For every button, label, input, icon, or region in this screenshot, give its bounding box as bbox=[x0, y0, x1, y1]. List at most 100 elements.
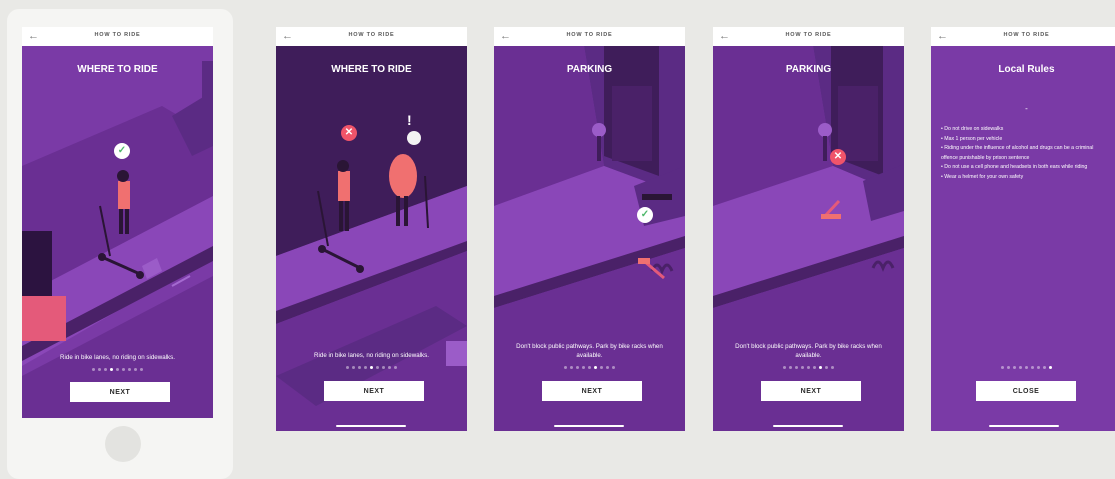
illustration-bad-parking bbox=[713, 46, 904, 431]
cross-badge: ✕ bbox=[830, 149, 846, 165]
page-dot bbox=[104, 368, 107, 371]
screen-heading: WHERE TO RIDE bbox=[77, 64, 158, 75]
top-bar-title: HOW TO RIDE bbox=[348, 32, 395, 38]
cross-icon: ✕ bbox=[833, 151, 843, 162]
page-dot bbox=[1013, 366, 1016, 369]
page-dot bbox=[346, 366, 349, 369]
page-dot bbox=[813, 366, 816, 369]
page-dot bbox=[564, 366, 567, 369]
page-dot bbox=[110, 368, 113, 371]
home-indicator bbox=[554, 425, 624, 427]
home-indicator bbox=[336, 425, 406, 427]
page-dot bbox=[831, 366, 834, 369]
screen-where-to-ride-1: ✓ ← HOW TO RIDE WHERE TO RIDE Ride in bi… bbox=[22, 27, 213, 418]
rules-list: • Do not drive on sidewalks • Max 1 pers… bbox=[941, 125, 1109, 182]
page-dot bbox=[1037, 366, 1040, 369]
page-dot bbox=[795, 366, 798, 369]
page-indicator bbox=[494, 366, 685, 370]
page-dot bbox=[98, 368, 101, 371]
page-dot bbox=[570, 366, 573, 369]
screen-heading: Local Rules bbox=[998, 64, 1055, 75]
check-icon: ✓ bbox=[117, 145, 127, 156]
page-dot bbox=[394, 366, 397, 369]
page-dot bbox=[594, 366, 597, 369]
top-bar-title: HOW TO RIDE bbox=[785, 32, 832, 38]
home-indicator bbox=[773, 425, 843, 427]
page-dot bbox=[588, 366, 591, 369]
page-indicator bbox=[931, 366, 1115, 370]
page-dot bbox=[388, 366, 391, 369]
check-badge: ✓ bbox=[114, 143, 130, 159]
page-dot bbox=[1031, 366, 1034, 369]
illustration-bike-lane bbox=[22, 46, 213, 418]
close-button[interactable]: CLOSE bbox=[976, 381, 1076, 401]
cross-icon: ✕ bbox=[344, 127, 354, 138]
page-dot bbox=[352, 366, 355, 369]
page-dot bbox=[1001, 366, 1004, 369]
top-bar: ← HOW TO RIDE bbox=[22, 27, 213, 46]
screen-heading: PARKING bbox=[566, 64, 613, 75]
page-dot bbox=[358, 366, 361, 369]
screen-where-to-ride-2: ✕ ! ← HOW TO RIDE WHERE TO RIDE Ride in … bbox=[276, 27, 467, 431]
illustration-sidewalk bbox=[276, 46, 467, 431]
screen-description: Ride in bike lanes, no riding on sidewal… bbox=[60, 354, 175, 361]
page-dot bbox=[1019, 366, 1022, 369]
screen-heading: PARKING bbox=[785, 64, 832, 75]
top-bar-title: HOW TO RIDE bbox=[94, 32, 141, 38]
top-bar: ← HOW TO RIDE bbox=[713, 27, 904, 46]
page-dot bbox=[134, 368, 137, 371]
page-dot bbox=[783, 366, 786, 369]
rule-item: • Wear a helmet for your own safety bbox=[941, 173, 1024, 180]
top-bar-title: HOW TO RIDE bbox=[566, 32, 613, 38]
screen-parking-2: ✕ ← HOW TO RIDE PARKING Don't block publ… bbox=[713, 27, 904, 431]
rule-item: • Do not drive on sidewalks bbox=[941, 126, 1004, 132]
heading-divider: - bbox=[1025, 104, 1028, 113]
top-bar: ← HOW TO RIDE bbox=[276, 27, 467, 46]
rule-item: • Riding under the influence of alcohol … bbox=[941, 145, 1094, 161]
next-button[interactable]: NEXT bbox=[324, 381, 424, 401]
illustration-parking-rack bbox=[494, 46, 685, 431]
next-button[interactable]: NEXT bbox=[542, 381, 642, 401]
page-dot bbox=[807, 366, 810, 369]
page-dot bbox=[801, 366, 804, 369]
page-dot bbox=[376, 366, 379, 369]
screen-description: Don't block public pathways. Park by bik… bbox=[735, 343, 882, 359]
page-dot bbox=[606, 366, 609, 369]
rule-item: • Do not use a cell phone and headsets i… bbox=[941, 164, 1088, 170]
cross-badge: ✕ bbox=[341, 125, 357, 141]
top-bar: ← HOW TO RIDE bbox=[494, 27, 685, 46]
check-icon: ✓ bbox=[640, 209, 650, 220]
page-dot bbox=[122, 368, 125, 371]
page-dot bbox=[1007, 366, 1010, 369]
screen-description: Ride in bike lanes, no riding on sidewal… bbox=[314, 352, 429, 359]
screen-heading: WHERE TO RIDE bbox=[331, 64, 412, 75]
page-dot bbox=[364, 366, 367, 369]
page-dot bbox=[382, 366, 385, 369]
exclaim-mark: ! bbox=[407, 112, 412, 128]
rule-item: • Max 1 person per vehicle bbox=[941, 135, 1003, 142]
page-dot bbox=[576, 366, 579, 369]
page-dot bbox=[116, 368, 119, 371]
page-dot bbox=[1025, 366, 1028, 369]
screen-description: Don't block public pathways. Park by bik… bbox=[516, 343, 663, 359]
page-dot bbox=[600, 366, 603, 369]
page-dot bbox=[582, 366, 585, 369]
page-dot bbox=[825, 366, 828, 369]
home-button[interactable] bbox=[105, 426, 141, 462]
check-badge: ✓ bbox=[637, 207, 653, 223]
page-indicator bbox=[22, 368, 213, 372]
page-dot bbox=[819, 366, 822, 369]
screen-parking-1: ✓ ← HOW TO RIDE PARKING Don't block publ… bbox=[494, 27, 685, 431]
page-indicator bbox=[713, 366, 904, 370]
page-dot bbox=[370, 366, 373, 369]
next-button[interactable]: NEXT bbox=[761, 381, 861, 401]
top-bar: ← HOW TO RIDE bbox=[931, 27, 1115, 46]
page-dot bbox=[128, 368, 131, 371]
home-indicator bbox=[989, 425, 1059, 427]
page-dot bbox=[140, 368, 143, 371]
next-button[interactable]: NEXT bbox=[70, 382, 170, 402]
page-dot bbox=[612, 366, 615, 369]
page-dot bbox=[1043, 366, 1046, 369]
page-indicator bbox=[276, 366, 467, 370]
page-dot bbox=[92, 368, 95, 371]
